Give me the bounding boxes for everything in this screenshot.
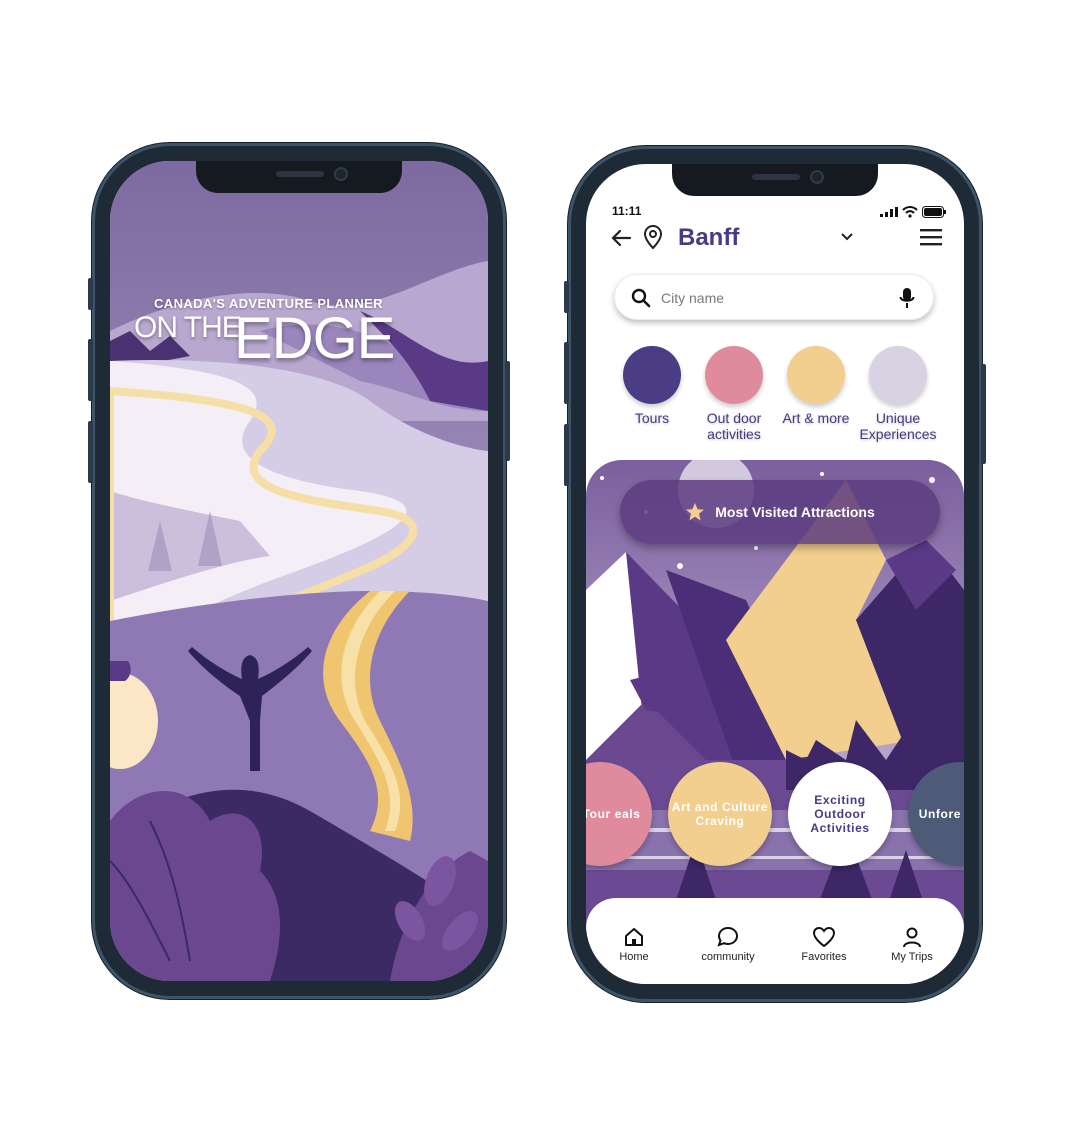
home-icon xyxy=(625,928,643,946)
most-visited-button[interactable]: Most Visited Attractions xyxy=(620,480,940,544)
tab-home[interactable]: Home xyxy=(594,926,674,963)
tab-community[interactable]: community xyxy=(688,926,768,963)
bubble-label: Exciting Outdoor Activities xyxy=(810,793,870,835)
volume-down-button xyxy=(564,424,569,486)
most-visited-label: Most Visited Attractions xyxy=(715,504,875,520)
category-label: Art & more xyxy=(782,410,850,426)
search-bar[interactable] xyxy=(614,274,934,320)
microphone-icon[interactable] xyxy=(899,287,915,309)
search-icon xyxy=(631,288,651,308)
volume-down-button xyxy=(88,421,93,483)
tab-label: community xyxy=(701,951,755,963)
app-title-part1: ON THE xyxy=(134,311,242,344)
battery-icon xyxy=(922,206,946,218)
tab-label: Home xyxy=(619,951,649,963)
category-label: Tours xyxy=(634,410,670,426)
notch xyxy=(196,161,402,193)
volume-up-button xyxy=(88,339,93,401)
tab-favorites[interactable]: Favorites xyxy=(784,926,864,963)
menu-icon[interactable] xyxy=(920,228,942,246)
category-label: Unique Experiences xyxy=(859,410,937,442)
category-row: Tours Out door activities Art & more Uni… xyxy=(608,346,948,446)
phone-frame-left: CANADA'S ADVENTURE PLANNER ON THE EDGE xyxy=(88,143,510,999)
splash-illustration xyxy=(110,161,488,981)
tab-my-trips[interactable]: My Trips xyxy=(872,926,952,963)
category-dot xyxy=(869,346,927,404)
heart-icon xyxy=(812,926,836,948)
back-arrow-icon[interactable] xyxy=(610,226,634,250)
chevron-down-icon[interactable] xyxy=(838,228,856,246)
tab-label: Favorites xyxy=(801,951,847,963)
wifi-icon xyxy=(902,206,918,218)
category-dot xyxy=(623,346,681,404)
volume-up-button xyxy=(564,342,569,404)
mute-switch xyxy=(564,281,569,313)
location-pin-icon xyxy=(643,224,663,250)
home-screen: 11:11 Banff City name Tours Out door act… xyxy=(586,164,964,984)
category-unique[interactable]: Unique Experiences xyxy=(858,346,938,442)
category-outdoor[interactable]: Out door activities xyxy=(694,346,774,442)
bubble-label: Art and Culture Craving xyxy=(671,800,769,828)
category-dot xyxy=(787,346,845,404)
category-label: Out door activities xyxy=(706,410,762,442)
top-bar: Banff xyxy=(610,222,942,256)
splash-screen: CANADA'S ADVENTURE PLANNER ON THE EDGE xyxy=(110,161,488,981)
status-time: 11:11 xyxy=(612,204,642,218)
bubble-label: Unfore Exper xyxy=(918,807,964,821)
category-art[interactable]: Art & more xyxy=(776,346,856,426)
signal-icon xyxy=(880,207,898,217)
category-dot xyxy=(705,346,763,404)
tab-label: My Trips xyxy=(891,951,933,963)
phone-frame-right: 11:11 Banff City name Tours Out door act… xyxy=(564,146,986,1002)
user-icon xyxy=(903,927,921,948)
category-tours[interactable]: Tours xyxy=(612,346,692,426)
status-bar: 11:11 xyxy=(612,204,946,222)
power-button xyxy=(505,361,510,461)
bubble-outdoor-activities[interactable]: Exciting Outdoor Activities xyxy=(788,762,892,866)
bubble-label: est Tour eals xyxy=(586,807,641,821)
search-input[interactable] xyxy=(661,285,881,311)
chat-bubble-icon xyxy=(717,926,739,947)
app-title-part2: EDGE xyxy=(234,306,395,371)
notch xyxy=(672,164,878,196)
mute-switch xyxy=(88,278,93,310)
city-selector[interactable]: Banff xyxy=(678,224,739,252)
bottom-tab-bar: Home community Favorites My Trips xyxy=(586,898,964,984)
power-button xyxy=(981,364,986,464)
bubble-art-culture[interactable]: Art and Culture Craving xyxy=(668,762,772,866)
star-icon xyxy=(686,503,705,521)
